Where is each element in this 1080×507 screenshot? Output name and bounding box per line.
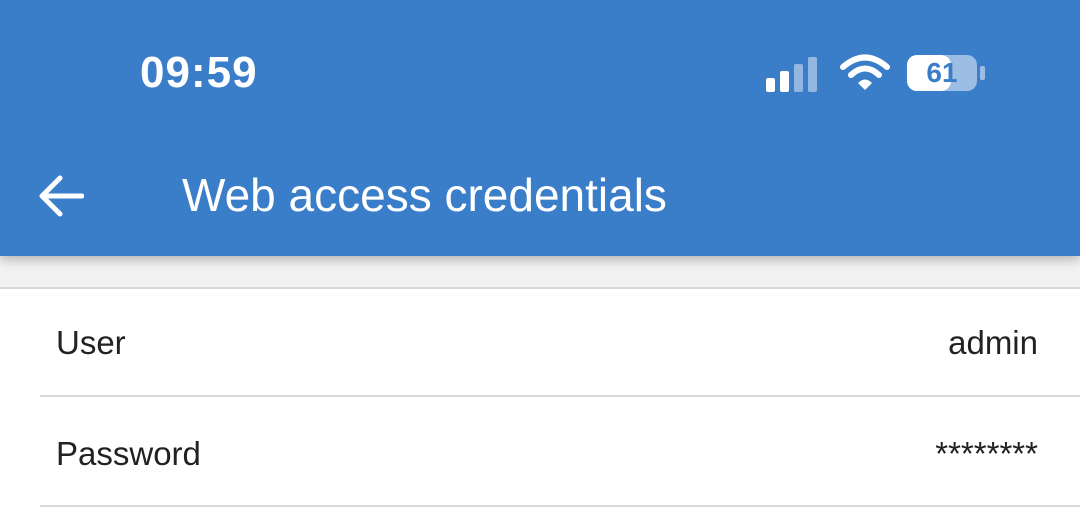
status-time: 09:59 [140, 48, 258, 97]
list-item-password[interactable]: Password ******** [0, 397, 1080, 503]
signal-icon [766, 57, 817, 92]
password-label: Password [56, 435, 201, 472]
list-item-user[interactable]: User admin [0, 289, 1080, 395]
user-label: User [56, 324, 126, 361]
wifi-icon [840, 54, 890, 90]
page-title: Web access credentials [182, 169, 667, 221]
battery-icon: 61 [906, 54, 986, 92]
screen: 09:59 61 Web access credentials User adm… [0, 0, 1080, 507]
battery-level: 61 [926, 57, 958, 88]
app-bar: 09:59 61 Web access credentials [0, 0, 1080, 256]
arrow-left-icon[interactable] [38, 174, 84, 218]
password-value: ******** [935, 435, 1038, 472]
user-value: admin [948, 324, 1038, 361]
credentials-list: User admin Password ******** [0, 287, 1080, 507]
